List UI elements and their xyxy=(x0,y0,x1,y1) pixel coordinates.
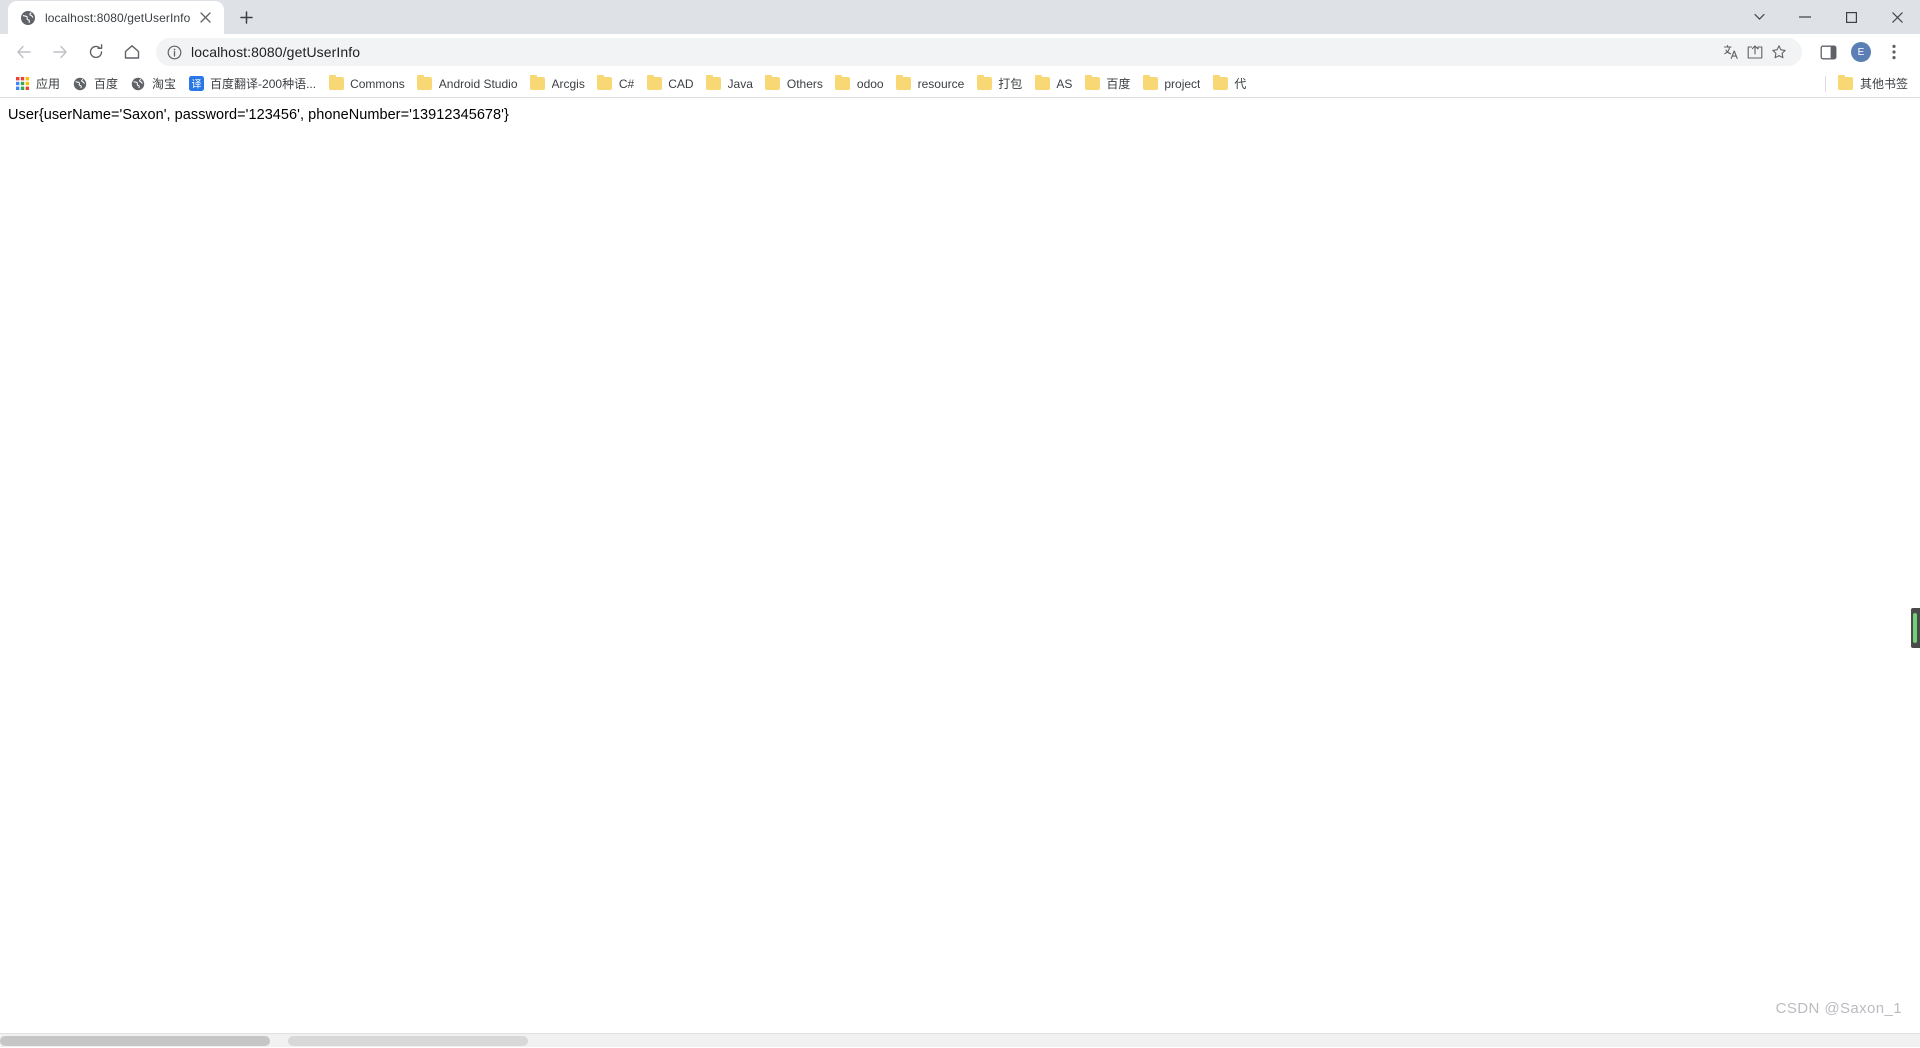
bookmark-baidu-site[interactable]: 百度 xyxy=(66,73,124,95)
scrollbar-thumb[interactable] xyxy=(0,1036,270,1046)
bookmark-android-studio[interactable]: Android Studio xyxy=(411,73,524,95)
bookmark-dabao[interactable]: 打包 xyxy=(970,73,1028,95)
new-tab-button[interactable] xyxy=(232,3,260,31)
bookmark-label: 应用 xyxy=(36,77,61,91)
bookmark-label: 淘宝 xyxy=(152,77,177,91)
folder-icon xyxy=(765,75,781,92)
omnibox-actions xyxy=(1720,41,1790,63)
bookmarks-bar: 应用 百度 淘宝 译 百度翻译-200种语... Commons Android… xyxy=(0,70,1920,98)
translate-icon[interactable] xyxy=(1720,41,1742,63)
apps-grid-icon xyxy=(14,76,30,92)
bookmark-others[interactable]: Others xyxy=(759,73,829,95)
side-panel-icon[interactable] xyxy=(1814,38,1842,66)
chrome-menu-icon[interactable] xyxy=(1880,38,1908,66)
bookmark-label: C# xyxy=(618,76,635,91)
bookmark-label: 其他书签 xyxy=(1859,77,1908,91)
response-body-text: User{userName='Saxon', password='123456'… xyxy=(8,107,509,123)
folder-icon xyxy=(1084,75,1100,92)
folder-icon xyxy=(835,75,851,92)
info-circle-icon[interactable] xyxy=(166,44,182,60)
browser-toolbar: localhost:8080/getUserInfo E xyxy=(0,34,1920,70)
horizontal-scrollbar[interactable] xyxy=(0,1033,1920,1047)
folder-icon xyxy=(706,75,722,92)
close-icon[interactable] xyxy=(196,9,214,27)
bookmark-label: 百度 xyxy=(94,77,119,91)
search-tabs-button[interactable] xyxy=(1736,0,1782,34)
url-text[interactable]: localhost:8080/getUserInfo xyxy=(191,44,1720,60)
folder-icon xyxy=(328,75,344,92)
folder-icon xyxy=(1212,75,1228,92)
bookmark-label: Java xyxy=(727,76,753,91)
other-bookmarks-group: 其他书签 xyxy=(1819,73,1914,95)
reload-icon[interactable] xyxy=(82,38,110,66)
home-icon[interactable] xyxy=(118,38,146,66)
bookmark-label: Commons xyxy=(350,76,405,91)
bookmark-resource[interactable]: resource xyxy=(890,73,971,95)
bookmark-baidu-translate[interactable]: 译 百度翻译-200种语... xyxy=(182,73,322,95)
bookmark-as[interactable]: AS xyxy=(1028,73,1078,95)
maximize-button[interactable] xyxy=(1828,0,1874,34)
globe-gray-icon xyxy=(72,76,88,92)
bookmark-label: Arcgis xyxy=(551,76,585,91)
bookmarks-divider xyxy=(1824,75,1826,92)
bookmark-label: 打包 xyxy=(998,77,1023,91)
bookmark-label: 百度翻译-200种语... xyxy=(210,77,317,91)
bookmark-commons[interactable]: Commons xyxy=(322,73,411,95)
folder-icon xyxy=(976,75,992,92)
back-icon[interactable] xyxy=(10,38,38,66)
folder-icon xyxy=(896,75,912,92)
bookmark-other-bookmarks[interactable]: 其他书签 xyxy=(1832,73,1914,95)
globe-icon xyxy=(20,10,36,26)
folder-icon xyxy=(597,75,613,92)
bookmark-label: AS xyxy=(1056,76,1073,91)
bookmark-label: CAD xyxy=(668,76,694,91)
window-controls xyxy=(1736,0,1920,34)
bookmark-label: odoo xyxy=(856,76,884,91)
bookmark-odoo[interactable]: odoo xyxy=(829,73,890,95)
folder-icon xyxy=(1034,75,1050,92)
address-bar[interactable]: localhost:8080/getUserInfo xyxy=(156,38,1802,66)
profile-avatar[interactable]: E xyxy=(1851,42,1871,62)
bookmark-apps[interactable]: 应用 xyxy=(8,73,66,95)
bookmark-java[interactable]: Java xyxy=(700,73,759,95)
bookmark-star-icon[interactable] xyxy=(1768,41,1790,63)
folder-icon xyxy=(1838,75,1854,92)
svg-text:译: 译 xyxy=(191,78,201,90)
folder-icon xyxy=(417,75,433,92)
share-icon[interactable] xyxy=(1744,41,1766,63)
bookmark-cad[interactable]: CAD xyxy=(640,73,699,95)
folder-icon xyxy=(530,75,546,92)
bookmark-label: Android Studio xyxy=(438,76,518,91)
browser-tab[interactable]: localhost:8080/getUserInfo xyxy=(8,1,225,34)
bookmark-csharp[interactable]: C# xyxy=(591,73,640,95)
folder-icon xyxy=(646,75,662,92)
translate-blue-icon: 译 xyxy=(188,76,204,92)
bookmark-label: Others xyxy=(786,76,823,91)
tab-title: localhost:8080/getUserInfo xyxy=(45,10,191,25)
csdn-watermark: CSDN @Saxon_1 xyxy=(1775,1000,1902,1017)
bookmark-label: 代 xyxy=(1234,77,1247,91)
bookmark-arcgis[interactable]: Arcgis xyxy=(524,73,591,95)
bookmark-dai[interactable]: 代 xyxy=(1206,73,1252,95)
scrollbar-thumb-secondary[interactable] xyxy=(288,1036,528,1046)
globe-gray-icon xyxy=(130,76,146,92)
minimize-button[interactable] xyxy=(1782,0,1828,34)
bookmark-baidu-folder[interactable]: 百度 xyxy=(1078,73,1136,95)
scroll-edge-indicator[interactable] xyxy=(1911,608,1920,648)
forward-icon[interactable] xyxy=(46,38,74,66)
page-viewport: User{userName='Saxon', password='123456'… xyxy=(0,98,1920,1047)
bookmark-label: resource xyxy=(917,76,965,91)
folder-icon xyxy=(1142,75,1158,92)
bookmark-taobao[interactable]: 淘宝 xyxy=(124,73,182,95)
bookmark-label: project xyxy=(1164,76,1201,91)
close-window-button[interactable] xyxy=(1874,0,1920,34)
bookmark-project[interactable]: project xyxy=(1136,73,1206,95)
bookmark-label: 百度 xyxy=(1106,77,1131,91)
tab-strip: localhost:8080/getUserInfo xyxy=(0,0,1920,34)
